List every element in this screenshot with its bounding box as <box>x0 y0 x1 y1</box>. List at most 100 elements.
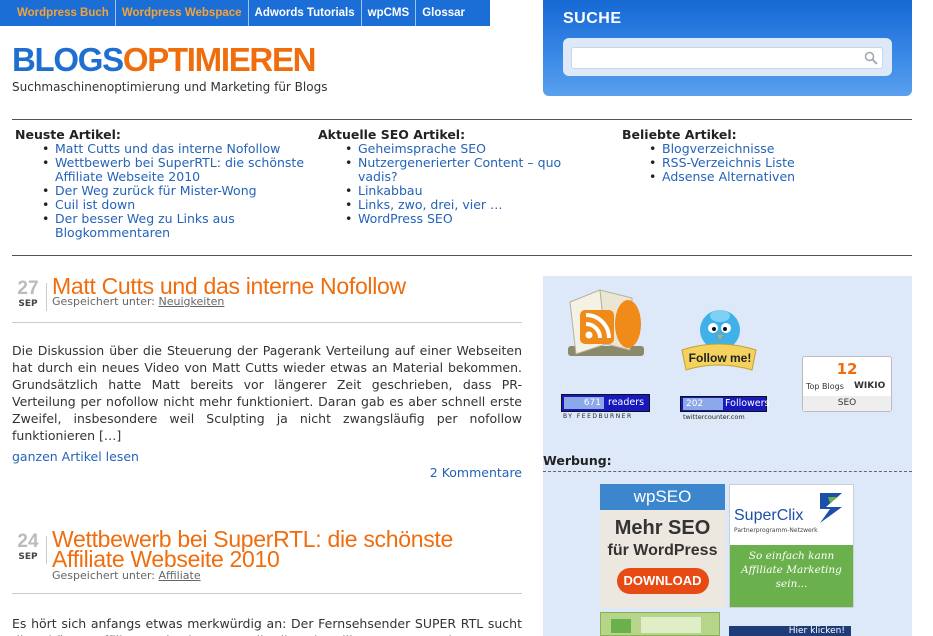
search-icon[interactable] <box>864 51 878 65</box>
article-link[interactable]: Matt Cutts und das interne Nofollow <box>55 141 280 156</box>
list-item[interactable]: Linkabbau <box>345 183 608 199</box>
twitter-sub: twittercounter.com <box>683 413 745 421</box>
read-more-link[interactable]: ganzen Artikel lesen <box>12 449 139 464</box>
article-link[interactable]: Geheimsprache SEO <box>358 141 486 156</box>
post-excerpt: Es hört sich anfangs etwas merkwürdig an… <box>12 616 522 636</box>
sidebar: 671 readers BY FEEDBURNER Follow me! 202… <box>543 276 912 636</box>
post-month: SEP <box>18 552 38 562</box>
twitter-count: 202 <box>683 398 723 410</box>
list-item[interactable]: Der besser Weg zu Links aus Blogkommenta… <box>42 211 265 240</box>
comments-link[interactable]: 2 Kommentare <box>430 465 522 480</box>
list-item[interactable]: Der Weg zurück für Mister-Wong <box>42 183 305 199</box>
article-link[interactable]: Blogverzeichnisse <box>662 141 775 156</box>
post-separator <box>12 593 522 594</box>
twitter-counter[interactable]: 202 Followers <box>680 396 770 412</box>
post-month: SEP <box>18 299 38 309</box>
post-matt-cutts: 27 SEP Matt Cutts und das interne Nofoll… <box>12 275 522 480</box>
post-date: 27 SEP <box>12 278 44 310</box>
article-link[interactable]: Cuil ist down <box>55 197 135 212</box>
search-input[interactable] <box>571 47 883 69</box>
nav-link-adwords-tutorials[interactable]: Adwords Tutorials <box>247 0 361 26</box>
rss-reader-icon[interactable] <box>560 284 652 368</box>
ad-graphic <box>641 617 701 633</box>
twitter-label: Followers <box>725 398 770 409</box>
list-item[interactable]: Cuil ist down <box>42 197 305 213</box>
post-category-link[interactable]: Neuigkeiten <box>159 295 225 308</box>
list-item[interactable]: WordPress SEO <box>345 211 608 227</box>
post-meta: Gespeichert unter: Affiliate <box>52 569 201 582</box>
article-link[interactable]: Links, zwo, drei, vier … <box>358 197 503 212</box>
wikio-rank: 12 <box>836 360 858 378</box>
list-item[interactable]: RSS-Verzeichnis Liste <box>649 155 912 171</box>
werbung-heading: Werbung: <box>543 453 612 468</box>
post-superrtl: 24 SEP Wettbewerb bei SuperRTL: die schö… <box>12 528 522 636</box>
logo-part-optimieren: OPTIMIEREN <box>122 41 317 78</box>
post-title[interactable]: Matt Cutts und das interne Nofollow <box>52 275 406 298</box>
nav-link-wordpress-webspace[interactable]: Wordpress Webspace <box>114 0 248 26</box>
column-popular-articles: Beliebte Artikel: Blogverzeichnisse RSS-… <box>622 128 912 185</box>
ad-sub: Partnerprogramm-Netzwerk <box>734 527 818 534</box>
date-divider <box>46 283 47 311</box>
ad-graphic <box>611 619 631 633</box>
nav-link-wordpress-buch[interactable]: Wordpress Buch <box>11 0 115 26</box>
list-item[interactable]: Blogverzeichnisse <box>649 141 912 157</box>
ad-partial-left[interactable] <box>600 612 720 636</box>
article-link[interactable]: Nutzergenerierter Content – quo vadis? <box>358 155 561 184</box>
article-link[interactable]: Der besser Weg zu Links aus Blogkommenta… <box>55 211 235 240</box>
download-button[interactable]: DOWNLOAD <box>616 568 709 594</box>
article-link[interactable]: Der Weg zurück für Mister-Wong <box>55 183 257 198</box>
ad-brand: wpSEO <box>600 484 725 510</box>
logo-part-blogs: BLOGS <box>12 41 124 78</box>
ad-line: Mehr SEO <box>614 517 711 539</box>
site-logo[interactable]: BLOGSOPTIMIEREN <box>12 40 317 80</box>
nav-link-wpcms[interactable]: wpCMS <box>360 0 416 26</box>
ad-wpseo[interactable]: wpSEO Mehr SEO für WordPress DOWNLOAD <box>600 484 725 608</box>
list-item[interactable]: Adsense Alternativen <box>649 169 912 185</box>
list-item[interactable]: Nutzergenerierter Content – quo vadis? <box>345 155 588 184</box>
search-title: SUCHE <box>563 10 622 27</box>
list-item[interactable]: Wettbewerb bei SuperRTL: die schönste Af… <box>42 155 305 184</box>
saved-under-label: Gespeichert unter: <box>52 295 156 308</box>
wikio-label: Top Blogs <box>806 382 844 391</box>
post-day: 27 <box>17 278 39 299</box>
article-link[interactable]: Wettbewerb bei SuperRTL: die schönste Af… <box>55 155 304 184</box>
werbung-divider <box>543 471 912 472</box>
post-date: 24 SEP <box>12 532 44 563</box>
feedburner-counter[interactable]: 671 readers <box>561 394 650 412</box>
saved-under-label: Gespeichert unter: <box>52 569 156 582</box>
article-link[interactable]: Adsense Alternativen <box>662 169 795 184</box>
ad-line: für WordPress <box>607 542 718 559</box>
top-navigation: Wordpress Buch Wordpress Webspace Adword… <box>0 0 490 26</box>
column-heading: Neuste Artikel: <box>15 127 121 142</box>
article-link[interactable]: WordPress SEO <box>358 211 453 226</box>
twitter-bird-icon[interactable]: Follow me! <box>678 298 760 380</box>
wikio-badge[interactable]: 12 Top Blogs WIKIO SEO <box>802 356 892 412</box>
feedburner-count: 671 <box>564 397 604 409</box>
ad-slogan: So einfach kann Affiliate Marketing sein… <box>730 545 853 607</box>
post-separator <box>12 322 522 323</box>
nav-link-glossar[interactable]: Glossar <box>415 0 471 26</box>
post-excerpt: Die Diskussion über die Steuerung der Pa… <box>12 343 522 443</box>
wikio-category: SEO <box>803 396 891 411</box>
list-item[interactable]: Links, zwo, drei, vier … <box>345 197 608 213</box>
superclix-logo-icon <box>820 493 842 523</box>
column-newest-articles: Neuste Artikel: Matt Cutts und das inter… <box>15 128 305 240</box>
follow-me-badge: Follow me! <box>689 351 752 365</box>
columns-divider <box>12 255 912 256</box>
date-divider <box>46 536 47 564</box>
search-panel: SUCHE <box>543 0 912 96</box>
article-link[interactable]: RSS-Verzeichnis Liste <box>662 155 795 170</box>
post-title[interactable]: Wettbewerb bei SuperRTL: die schönste Af… <box>52 528 492 571</box>
wikio-brand: WIKIO <box>854 381 886 391</box>
article-link[interactable]: Linkabbau <box>358 183 423 198</box>
feedburner-sub: BY FEEDBURNER <box>563 413 633 420</box>
ad-superclix[interactable]: SuperClix Partnerprogramm-Netzwerk So ei… <box>729 484 854 608</box>
header-divider <box>12 119 912 120</box>
list-item[interactable]: Geheimsprache SEO <box>345 141 608 157</box>
post-category-link[interactable]: Affiliate <box>159 569 201 582</box>
list-item[interactable]: Matt Cutts und das interne Nofollow <box>42 141 305 157</box>
slogan-line: So einfach kann <box>748 550 835 562</box>
hier-klicken-banner[interactable]: Hier klicken! <box>729 626 851 636</box>
column-current-seo-articles: Aktuelle SEO Artikel: Geheimsprache SEO … <box>318 127 608 227</box>
column-heading: Aktuelle SEO Artikel: <box>318 127 466 142</box>
